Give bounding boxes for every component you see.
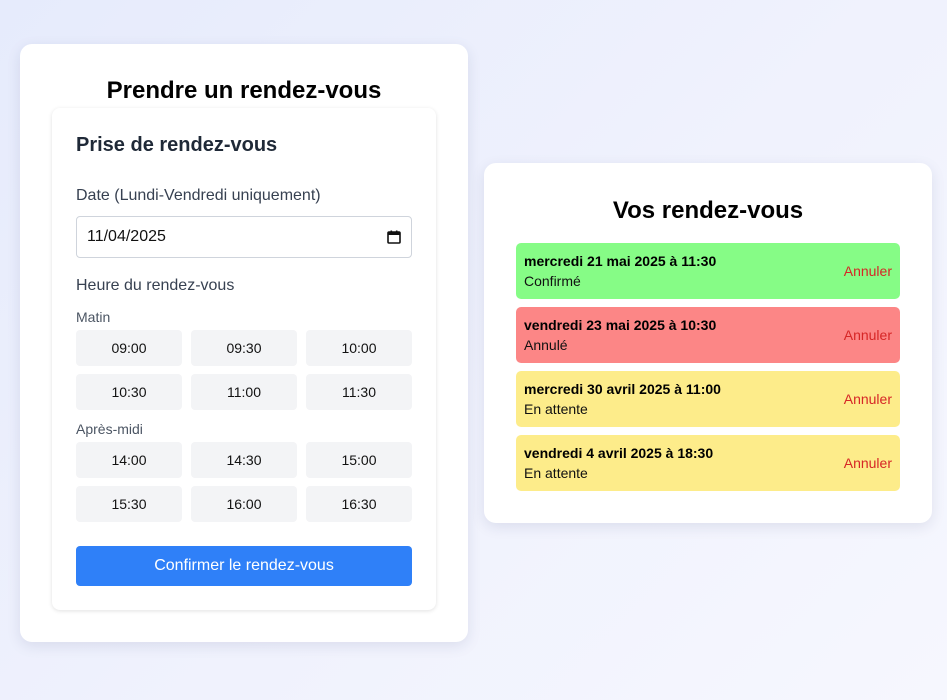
time-slot-1430[interactable]: 14:30 xyxy=(191,442,297,478)
confirm-button[interactable]: Confirmer le rendez-vous xyxy=(76,546,412,586)
time-slot-1130[interactable]: 11:30 xyxy=(306,374,412,410)
morning-label: Matin xyxy=(76,309,111,325)
afternoon-slots: 14:00 14:30 15:00 15:30 16:00 16:30 xyxy=(76,442,412,522)
time-slot-1530[interactable]: 15:30 xyxy=(76,486,182,522)
time-slot-1500[interactable]: 15:00 xyxy=(306,442,412,478)
date-label: Date (Lundi-Vendredi uniquement) xyxy=(76,187,321,204)
cancel-appointment-button[interactable]: Annuler xyxy=(844,455,892,471)
cancel-appointment-button[interactable]: Annuler xyxy=(844,263,892,279)
time-slot-0930[interactable]: 09:30 xyxy=(191,330,297,366)
form-title: Prise de rendez-vous xyxy=(76,134,278,156)
time-slot-1100[interactable]: 11:00 xyxy=(191,374,297,410)
time-slot-0900[interactable]: 09:00 xyxy=(76,330,182,366)
booking-title: Prendre un rendez-vous xyxy=(106,77,382,104)
appointment-item: vendredi 23 mai 2025 à 10:30 Annulé Annu… xyxy=(516,307,900,363)
time-label: Heure du rendez-vous xyxy=(76,277,235,294)
morning-slots: 09:00 09:30 10:00 10:30 11:00 11:30 xyxy=(76,330,412,410)
time-slot-1000[interactable]: 10:00 xyxy=(306,330,412,366)
appointment-status: En attente xyxy=(524,401,588,417)
appointment-date: vendredi 4 avril 2025 à 18:30 xyxy=(524,445,714,461)
booking-card: Prendre un rendez-vous Prise de rendez-v… xyxy=(20,44,468,642)
time-slot-1630[interactable]: 16:30 xyxy=(306,486,412,522)
appointment-date: mercredi 21 mai 2025 à 11:30 xyxy=(524,253,717,269)
appointment-date: vendredi 23 mai 2025 à 10:30 xyxy=(524,317,717,333)
time-slot-1600[interactable]: 16:00 xyxy=(191,486,297,522)
appointment-status: Annulé xyxy=(524,337,568,353)
appointment-item: mercredi 21 mai 2025 à 11:30 Confirmé An… xyxy=(516,243,900,299)
appointments-card: Vos rendez-vous mercredi 21 mai 2025 à 1… xyxy=(484,163,932,523)
appointments-title: Vos rendez-vous xyxy=(612,197,804,224)
appointment-date: mercredi 30 avril 2025 à 11:00 xyxy=(524,381,721,397)
time-slot-1400[interactable]: 14:00 xyxy=(76,442,182,478)
appointment-item: mercredi 30 avril 2025 à 11:00 En attent… xyxy=(516,371,900,427)
appointment-status: En attente xyxy=(524,465,588,481)
date-value[interactable]: 11/04/2025 xyxy=(87,228,387,246)
cancel-appointment-button[interactable]: Annuler xyxy=(844,327,892,343)
date-input[interactable]: 11/04/2025 xyxy=(76,216,412,258)
afternoon-label: Après-midi xyxy=(76,421,143,437)
appointment-item: vendredi 4 avril 2025 à 18:30 En attente… xyxy=(516,435,900,491)
appointment-status: Confirmé xyxy=(524,273,581,289)
calendar-icon[interactable] xyxy=(387,230,401,244)
booking-form: Prise de rendez-vous Date (Lundi-Vendred… xyxy=(52,108,436,610)
appointments-list: mercredi 21 mai 2025 à 11:30 Confirmé An… xyxy=(516,243,900,499)
time-slot-1030[interactable]: 10:30 xyxy=(76,374,182,410)
cancel-appointment-button[interactable]: Annuler xyxy=(844,391,892,407)
